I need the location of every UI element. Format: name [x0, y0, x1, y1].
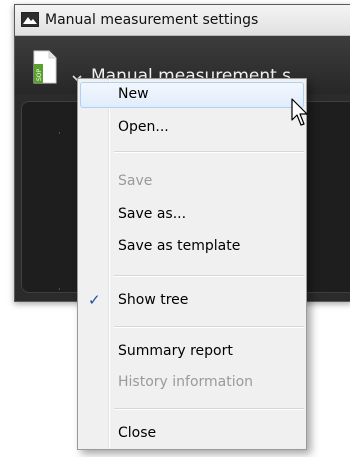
menu-item-label: Save as template	[118, 238, 241, 254]
checkmark-icon: ✓	[88, 291, 101, 309]
menu-item-save-as-template[interactable]: Save as template	[80, 234, 304, 260]
window-title: Manual measurement settings	[45, 12, 259, 28]
menu-item-label: Show tree	[118, 292, 189, 308]
mouse-pointer-icon	[291, 98, 308, 126]
menu-item-open[interactable]: Open...	[80, 115, 304, 141]
menu-item-new[interactable]: New	[80, 82, 304, 108]
app-logo-icon	[21, 12, 39, 27]
menu-item-close[interactable]: Close	[80, 421, 304, 447]
menu-item-label: Summary report	[118, 343, 233, 359]
menu-separator	[114, 326, 304, 328]
menu-separator	[114, 408, 304, 410]
sop-file-icon[interactable]: SOP	[33, 50, 57, 84]
title-bar: Manual measurement settings	[15, 5, 350, 36]
menu-item-label: History information	[118, 374, 254, 390]
menu-separator	[114, 151, 304, 153]
menu-item-save: Save	[80, 169, 304, 195]
menu-item-show-tree[interactable]: ✓ Show tree	[80, 288, 304, 314]
menu-separator	[114, 275, 304, 277]
menu-item-label: New	[118, 86, 149, 102]
file-badge-text: SOP	[36, 68, 43, 81]
menu-item-label: Save	[118, 173, 153, 189]
menu-item-label: Open...	[118, 119, 169, 135]
stage: Manual measurement settings SOP Manual m…	[0, 0, 350, 457]
menu-item-summary-report[interactable]: Summary report	[80, 339, 304, 365]
workspace-marker: ·	[58, 285, 61, 295]
menu-item-label: Save as...	[118, 206, 187, 222]
file-context-menu: New Open... Save Save as... Save as temp…	[77, 78, 307, 450]
menu-item-history-information: History information	[80, 370, 304, 396]
workspace-marker: ·	[58, 129, 61, 139]
menu-item-save-as[interactable]: Save as...	[80, 202, 304, 228]
menu-item-label: Close	[118, 425, 157, 441]
